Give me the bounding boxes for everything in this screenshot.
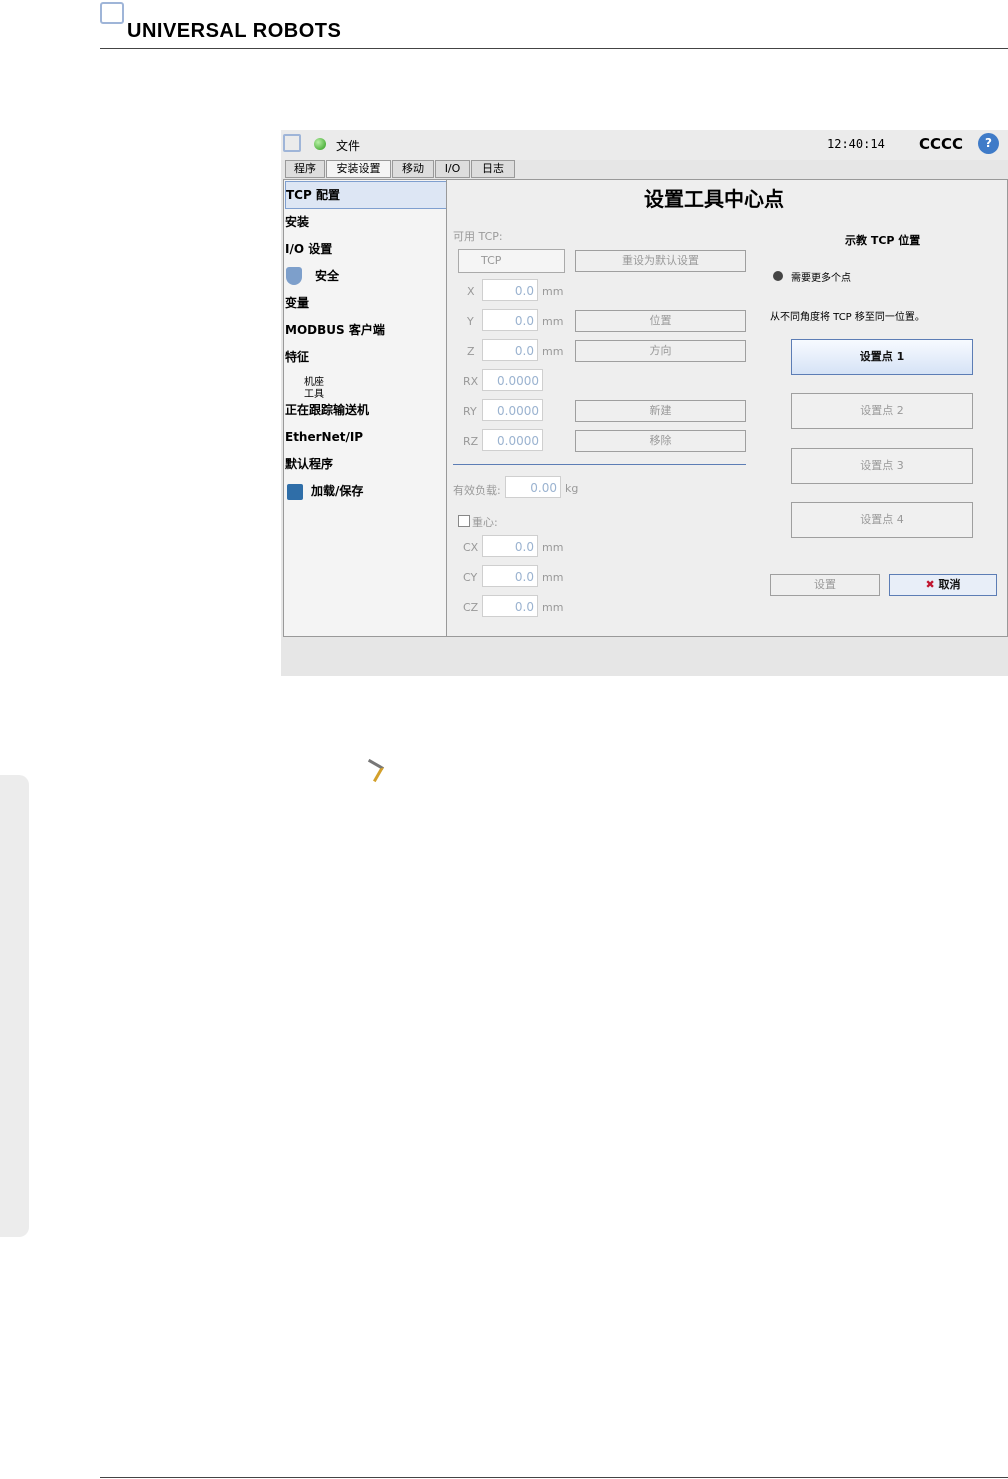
cancel-label: 取消 — [938, 578, 961, 591]
cz-label: CZ — [463, 601, 479, 614]
side-gray-bar — [0, 775, 29, 1237]
sidebar-item-modbus[interactable]: MODBUS 客户端 — [285, 317, 445, 343]
tab-log[interactable]: 日志 — [471, 160, 515, 178]
teach-status: 需要更多个点 — [791, 273, 851, 284]
sidebar-item-default-program[interactable]: 默认程序 — [285, 451, 445, 477]
payload-unit: kg — [565, 482, 579, 495]
tab-bar: 程序 安装设置 移动 I/O 日志 — [281, 160, 1008, 178]
close-icon: ✖ — [925, 578, 935, 591]
cancel-button[interactable]: ✖ 取消 — [889, 574, 997, 596]
cog-label: 重心: — [472, 516, 498, 529]
teach-title: 示教 TCP 位置 — [845, 234, 921, 247]
section-divider — [453, 464, 746, 465]
tab-installation[interactable]: 安装设置 — [326, 160, 391, 178]
y-label: Y — [467, 315, 474, 328]
ur-icon — [283, 134, 301, 152]
sidebar: TCP 配置 安装 I/O 设置 安全 变量 MODBUS 客户端 特征 机座 … — [283, 179, 447, 637]
rz-field[interactable]: 0.0000 — [482, 429, 543, 451]
rx-label: RX — [463, 375, 479, 388]
payload-label: 有效负载: — [453, 484, 501, 497]
cz-unit: mm — [542, 601, 564, 614]
z-label: Z — [467, 345, 475, 358]
page-title: 设置工具中心点 — [644, 187, 784, 211]
ry-field[interactable]: 0.0000 — [482, 399, 543, 421]
cog-checkbox[interactable] — [458, 515, 470, 527]
tcp-select[interactable]: TCP — [458, 249, 565, 273]
x-label: X — [467, 285, 475, 298]
sidebar-item-safety[interactable]: 安全 — [285, 263, 445, 289]
orientation-button[interactable]: 方向 — [575, 340, 746, 362]
ur-logo-icon — [100, 2, 124, 24]
sidebar-item-variables[interactable]: 变量 — [285, 290, 445, 316]
clock: 12:40:14 — [827, 137, 885, 151]
sidebar-item-features[interactable]: 特征 — [285, 344, 445, 370]
brand-logo: UNIVERSAL ROBOTS — [127, 20, 342, 42]
tcp-select-value: TCP — [481, 254, 502, 267]
sidebar-item-tcp[interactable]: TCP 配置 — [285, 181, 447, 209]
set-point-2-button[interactable]: 设置点 2 — [791, 393, 973, 429]
sidebar-item-label: 加载/保存 — [311, 484, 364, 498]
y-unit: mm — [542, 315, 564, 328]
rz-label: RZ — [463, 435, 479, 448]
reset-default-button[interactable]: 重设为默认设置 — [575, 250, 746, 272]
sidebar-item-conveyor[interactable]: 正在跟踪输送机 — [285, 397, 445, 423]
screenshot: 文件 12:40:14 CCCC ? 程序 安装设置 移动 I/O 日志 TCP… — [281, 130, 1008, 676]
tab-program[interactable]: 程序 — [285, 160, 325, 178]
footer-divider — [100, 1477, 1008, 1478]
header-divider — [100, 48, 1008, 49]
sidebar-item-load-save[interactable]: 加载/保存 — [285, 478, 445, 504]
cx-unit: mm — [542, 541, 564, 554]
sidebar-item-mounting[interactable]: 安装 — [285, 209, 445, 235]
cx-field[interactable]: 0.0 — [482, 535, 538, 557]
cx-label: CX — [463, 541, 479, 554]
payload-field[interactable]: 0.00 — [505, 476, 561, 498]
y-field[interactable]: 0.0 — [482, 309, 538, 331]
small-tool-icon — [360, 758, 385, 783]
tab-move[interactable]: 移动 — [392, 160, 434, 178]
robot-name: CCCC — [919, 135, 964, 153]
set-point-3-button[interactable]: 设置点 3 — [791, 448, 973, 484]
top-bar: 文件 12:40:14 CCCC ? — [281, 130, 1008, 160]
shield-icon — [286, 267, 302, 285]
new-button[interactable]: 新建 — [575, 400, 746, 422]
help-icon[interactable]: ? — [978, 133, 999, 154]
z-field[interactable]: 0.0 — [482, 339, 538, 361]
cz-field[interactable]: 0.0 — [482, 595, 538, 617]
sidebar-item-ethernetip[interactable]: EtherNet/IP — [285, 424, 445, 450]
tab-io[interactable]: I/O — [435, 160, 470, 178]
set-point-4-button[interactable]: 设置点 4 — [791, 502, 973, 538]
file-menu[interactable]: 文件 — [336, 137, 360, 154]
x-field[interactable]: 0.0 — [482, 279, 538, 301]
set-button[interactable]: 设置 — [770, 574, 880, 596]
teach-hint: 从不同角度将 TCP 移至同一位置。 — [770, 312, 925, 323]
sidebar-item-io-setup[interactable]: I/O 设置 — [285, 236, 445, 262]
main-panel: 设置工具中心点 可用 TCP: TCP 重设为默认设置 X 0.0 mm Y 0… — [446, 179, 1008, 637]
rx-field[interactable]: 0.0000 — [482, 369, 543, 391]
status-icon — [314, 138, 326, 150]
x-unit: mm — [542, 285, 564, 298]
set-point-1-button[interactable]: 设置点 1 — [791, 339, 973, 375]
position-button[interactable]: 位置 — [575, 310, 746, 332]
z-unit: mm — [542, 345, 564, 358]
cy-field[interactable]: 0.0 — [482, 565, 538, 587]
floppy-icon — [287, 484, 303, 500]
status-dot-icon — [773, 271, 783, 281]
sidebar-item-label: 安全 — [315, 269, 340, 283]
available-tcp-label: 可用 TCP: — [453, 230, 503, 243]
cy-unit: mm — [542, 571, 564, 584]
ry-label: RY — [463, 405, 477, 418]
cy-label: CY — [463, 571, 478, 584]
remove-button[interactable]: 移除 — [575, 430, 746, 452]
